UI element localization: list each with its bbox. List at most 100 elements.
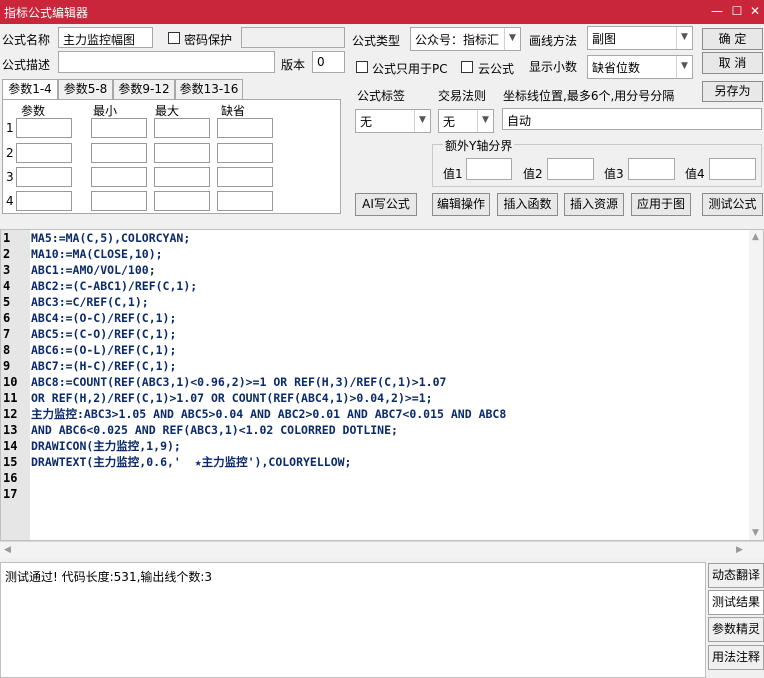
extra-yaxis-title: 额外Y轴分界: [443, 137, 515, 154]
line-number: 16: [3, 471, 18, 485]
y-value-1-label: 值1: [443, 167, 463, 181]
insert-resource-button[interactable]: 插入资源: [564, 193, 624, 216]
line-number: 1: [3, 231, 11, 245]
draw-method-select[interactable]: 副图 ▼: [587, 26, 693, 50]
only-pc-label: 公式只用于PC: [372, 62, 448, 76]
coord-line-input[interactable]: 自动: [502, 108, 762, 130]
param-header-min: 最小: [93, 104, 118, 118]
code-line: DRAWTEXT(主力监控,0.6,' ★主力监控'),COLORYELLOW;: [31, 455, 352, 469]
param-2-max-input[interactable]: [154, 143, 210, 163]
code-line: OR REF(H,2)/REF(C,1)>1.07 OR COUNT(REF(A…: [31, 391, 433, 405]
scroll-left-icon[interactable]: ◀: [4, 545, 11, 555]
tab-params-9-12[interactable]: 参数9-12: [113, 79, 175, 99]
param-1-name-input[interactable]: [16, 118, 72, 138]
insert-function-button[interactable]: 插入函数: [497, 193, 558, 216]
param-2-default-input[interactable]: [217, 143, 273, 163]
cancel-button[interactable]: 取 消: [702, 52, 763, 74]
test-output-panel: 测试通过! 代码长度:531,输出线个数:3: [0, 562, 706, 678]
line-number: 17: [3, 487, 18, 501]
version-input[interactable]: 0: [312, 51, 345, 73]
param-4-min-input[interactable]: [91, 191, 147, 211]
cloud-checkbox[interactable]: [461, 61, 473, 73]
line-number: 3: [3, 263, 11, 277]
formula-tag-label: 公式标签: [357, 89, 406, 103]
param-3-name-input[interactable]: [16, 167, 72, 187]
password-label: 密码保护: [184, 33, 233, 47]
formula-type-label: 公式类型: [352, 34, 401, 48]
param-row-number: 4: [6, 194, 14, 208]
param-1-default-input[interactable]: [217, 118, 273, 138]
code-editor[interactable]: 1 2 3 4 5 6 7 8 9 10 11 12 13 14 15 16 17 MA5:=MA(C,5),C…: [0, 229, 764, 541]
param-row-number: 1: [6, 121, 14, 135]
dynamic-translate-button[interactable]: 动态翻译: [708, 563, 764, 588]
scroll-right-icon[interactable]: ▶: [736, 545, 743, 555]
y-value-1-input[interactable]: [466, 158, 512, 180]
scroll-down-icon[interactable]: ▼: [752, 528, 759, 538]
draw-method-label: 画线方法: [529, 34, 578, 48]
param-2-min-input[interactable]: [91, 143, 147, 163]
param-row-number: 3: [6, 170, 14, 184]
vertical-scrollbar[interactable]: ▲ ▼: [749, 230, 763, 540]
only-pc-checkbox[interactable]: [356, 61, 368, 73]
line-number: 13: [3, 423, 18, 437]
tab-params-13-16[interactable]: 参数13-16: [175, 79, 243, 99]
test-results-button[interactable]: 测试结果: [708, 590, 764, 615]
scroll-up-icon[interactable]: ▲: [752, 232, 759, 242]
edit-operations-button[interactable]: 编辑操作: [432, 193, 490, 216]
formula-type-value: 公众号：指标汇: [415, 33, 500, 47]
param-3-default-input[interactable]: [217, 167, 273, 187]
line-number-gutter: 1 2 3 4 5 6 7 8 9 10 11 12 13 14 15 16 17: [1, 230, 30, 540]
chevron-down-icon: ▼: [676, 27, 692, 49]
maximize-icon[interactable]: ☐: [728, 2, 746, 20]
line-number: 11: [3, 391, 18, 405]
trade-rule-select[interactable]: 无 ▼: [438, 109, 494, 133]
window-title: 指标公式编辑器: [4, 6, 89, 20]
param-4-default-input[interactable]: [217, 191, 273, 211]
code-line: MA5:=MA(C,5),COLORCYAN;: [31, 231, 191, 245]
param-1-max-input[interactable]: [154, 118, 210, 138]
formula-desc-input[interactable]: [58, 51, 275, 73]
line-number: 7: [3, 327, 11, 341]
ai-write-button[interactable]: AI写公式: [355, 193, 417, 216]
line-number: 6: [3, 311, 11, 325]
line-number: 14: [3, 439, 18, 453]
param-wizard-button[interactable]: 参数精灵: [708, 617, 764, 642]
y-value-2-input[interactable]: [547, 158, 594, 180]
horizontal-scrollbar[interactable]: ◀ ▶: [0, 541, 764, 558]
line-number: 8: [3, 343, 11, 357]
y-value-4-input[interactable]: [709, 158, 756, 180]
code-line: 主力监控:ABC3>1.05 AND ABC5>0.04 AND ABC2>0.…: [31, 407, 507, 421]
password-input[interactable]: [241, 27, 345, 48]
param-3-min-input[interactable]: [91, 167, 147, 187]
usage-notes-button[interactable]: 用法注释: [708, 645, 764, 670]
title-bar: 指标公式编辑器 — ☐ ✕: [0, 0, 764, 24]
ok-button[interactable]: 确 定: [702, 28, 763, 50]
param-3-max-input[interactable]: [154, 167, 210, 187]
code-text-area[interactable]: MA5:=MA(C,5),COLORCYAN; MA10:=MA(CLOSE,10…: [31, 230, 751, 540]
y-value-3-label: 值3: [604, 167, 624, 181]
decimals-select[interactable]: 缺省位数 ▼: [587, 55, 693, 79]
apply-to-chart-button[interactable]: 应用于图: [631, 193, 691, 216]
password-checkbox[interactable]: [168, 32, 180, 44]
formula-name-input[interactable]: 主力监控幅图: [58, 27, 153, 48]
param-1-min-input[interactable]: [91, 118, 147, 138]
tab-params-1-4[interactable]: 参数1-4: [2, 79, 58, 100]
param-2-name-input[interactable]: [16, 143, 72, 163]
param-row-number: 2: [6, 146, 14, 160]
decimals-value: 缺省位数: [592, 61, 641, 75]
formula-tag-select[interactable]: 无 ▼: [355, 109, 431, 133]
minimize-icon[interactable]: —: [708, 2, 726, 20]
formula-type-select[interactable]: 公众号：指标汇 ▼: [410, 27, 521, 51]
test-formula-button[interactable]: 测试公式: [702, 193, 763, 216]
param-4-max-input[interactable]: [154, 191, 210, 211]
code-line: ABC6:=(O-L)/REF(C,1);: [31, 343, 177, 357]
close-icon[interactable]: ✕: [746, 2, 764, 20]
y-value-3-input[interactable]: [628, 158, 675, 180]
line-number: 9: [3, 359, 11, 373]
param-4-name-input[interactable]: [16, 191, 72, 211]
save-as-button[interactable]: 另存为: [702, 81, 763, 102]
param-header-name: 参数: [21, 104, 46, 118]
line-number: 2: [3, 247, 11, 261]
tab-params-5-8[interactable]: 参数5-8: [58, 79, 113, 99]
cloud-label: 云公式: [478, 62, 515, 76]
